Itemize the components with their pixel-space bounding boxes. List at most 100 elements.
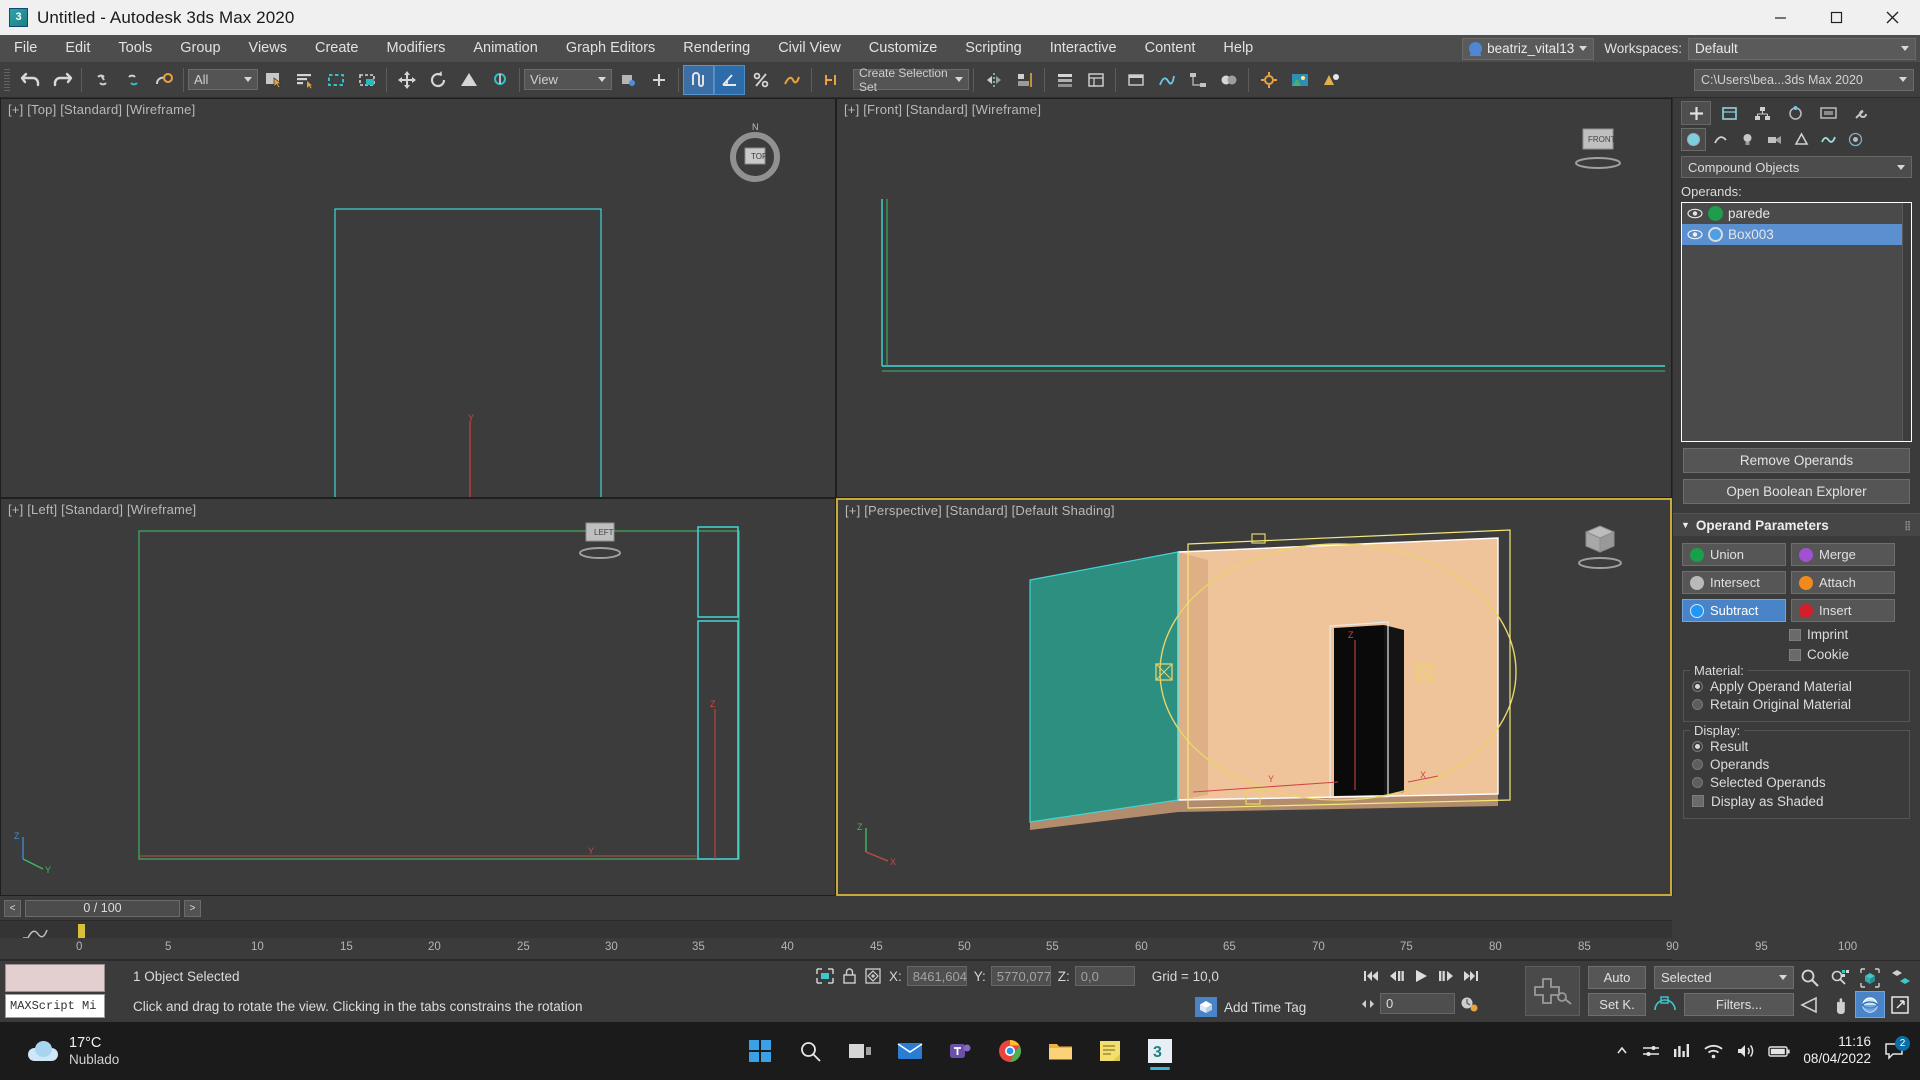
task-view-icon[interactable] (839, 1030, 881, 1072)
imprint-row[interactable]: Imprint (1789, 627, 1920, 642)
close-icon[interactable] (1864, 0, 1920, 35)
snaps-toggle-icon[interactable] (683, 64, 714, 95)
modify-tab-icon[interactable] (1714, 101, 1744, 125)
attach-button[interactable]: Attach (1791, 571, 1895, 594)
3dsmax-icon[interactable]: 3 (1139, 1030, 1181, 1072)
view-compass-icon[interactable]: TOP N (720, 119, 790, 189)
scene-explorer-icon[interactable] (1080, 65, 1111, 95)
intersect-button[interactable]: Intersect (1682, 571, 1786, 594)
pan-icon[interactable] (1825, 991, 1855, 1018)
mirror-icon[interactable] (978, 65, 1009, 95)
spinner-snap-toggle-icon[interactable] (776, 65, 807, 95)
helpers-icon[interactable] (1789, 128, 1814, 151)
bind-to-space-warp-icon[interactable] (148, 65, 179, 95)
add-time-tag[interactable]: Add Time Tag (1195, 997, 1306, 1017)
toggle-ribbon-icon[interactable] (1120, 65, 1151, 95)
file-explorer-icon[interactable] (1039, 1030, 1081, 1072)
zoom-icon[interactable] (1795, 964, 1825, 991)
display-selected-operands-radio[interactable] (1692, 776, 1703, 788)
minimize-icon[interactable] (1752, 0, 1808, 35)
menu-animation[interactable]: Animation (459, 35, 551, 62)
current-frame-input[interactable]: 0 (1380, 993, 1455, 1014)
battery-icon[interactable] (1768, 1045, 1791, 1058)
audio-mixer-icon[interactable] (1673, 1043, 1691, 1059)
time-configuration-icon[interactable] (1459, 995, 1479, 1013)
union-button[interactable]: Union (1682, 543, 1786, 566)
subtract-button[interactable]: Subtract (1682, 599, 1786, 622)
maxscript-mini-listener[interactable]: MAXScript Mi (5, 994, 105, 1018)
menu-customize[interactable]: Customize (855, 35, 952, 62)
coord-z-input[interactable]: 0,0 (1074, 966, 1135, 986)
set-key-button[interactable]: Set K. (1588, 993, 1646, 1016)
angle-snap-toggle-icon[interactable] (714, 64, 745, 95)
cookie-checkbox[interactable] (1789, 648, 1801, 661)
selection-filter-combo[interactable]: All (188, 69, 258, 90)
chrome-icon[interactable] (989, 1030, 1031, 1072)
viewport-perspective-label[interactable]: [+] [Perspective] [Standard] [Default Sh… (845, 503, 1115, 518)
systems-icon[interactable] (1843, 128, 1868, 151)
menu-views[interactable]: Views (235, 35, 301, 62)
named-selection-set-combo[interactable]: Create Selection Set (853, 66, 969, 94)
rendered-frame-window-icon[interactable] (1284, 65, 1315, 95)
menu-help[interactable]: Help (1209, 35, 1267, 62)
shapes-icon[interactable] (1708, 128, 1733, 151)
apply-operand-material-radio[interactable] (1692, 680, 1703, 692)
display-operands-radio[interactable] (1692, 758, 1703, 770)
menu-scripting[interactable]: Scripting (951, 35, 1035, 62)
curve-editor-icon[interactable] (1151, 65, 1182, 95)
workspace-select[interactable]: Default (1688, 37, 1916, 60)
zoom-extents-icon[interactable] (1855, 964, 1885, 991)
display-tab-icon[interactable] (1813, 101, 1843, 125)
edit-named-selection-icon[interactable] (816, 65, 847, 95)
view-cube-perspective-icon[interactable] (1564, 518, 1630, 576)
select-and-move-icon[interactable] (391, 65, 422, 95)
zoom-extents-all-icon[interactable] (1885, 964, 1915, 991)
coord-x[interactable]: X: 8461,604 (889, 966, 967, 986)
viewport-perspective-canvas[interactable]: Y X Z Z X (838, 500, 1670, 894)
viewport-top[interactable]: [+] [Top] [Standard] [Wireframe] Y Y X (0, 98, 836, 498)
rectangular-selection-region-icon[interactable] (320, 65, 351, 95)
menu-file[interactable]: File (0, 35, 51, 62)
sticky-notes-icon[interactable] (1089, 1030, 1131, 1072)
project-path-field[interactable]: C:\Users\bea...3ds Max 2020 (1694, 68, 1914, 91)
taskbar-clock[interactable]: 11:16 08/04/2022 (1803, 1034, 1871, 1068)
show-hidden-icons-icon[interactable] (1615, 1044, 1629, 1058)
select-object-icon[interactable] (258, 65, 289, 95)
frame-spinner-arrows-icon[interactable] (1360, 997, 1376, 1011)
menu-edit[interactable]: Edit (51, 35, 104, 62)
toolbar-grip[interactable] (4, 68, 10, 91)
cameras-icon[interactable] (1762, 128, 1787, 151)
rollup-grip[interactable]: ⣿ (1904, 520, 1912, 531)
geometry-icon[interactable] (1681, 128, 1706, 151)
insert-button[interactable]: Insert (1791, 599, 1895, 622)
open-boolean-explorer-button[interactable]: Open Boolean Explorer (1683, 479, 1910, 504)
maxscript-listener-pane[interactable] (5, 964, 105, 992)
cookie-row[interactable]: Cookie (1789, 647, 1920, 662)
window-crossing-icon[interactable] (351, 65, 382, 95)
display-as-shaded-row[interactable]: Display as Shaded (1692, 793, 1901, 809)
menu-interactive[interactable]: Interactive (1036, 35, 1131, 62)
filters-button[interactable]: Filters... (1684, 993, 1794, 1016)
lights-icon[interactable] (1735, 128, 1760, 151)
menu-tools[interactable]: Tools (104, 35, 166, 62)
wifi-icon[interactable] (1704, 1044, 1724, 1059)
auto-key-button[interactable]: Auto (1588, 966, 1646, 989)
previous-frame-icon[interactable] (1385, 965, 1407, 987)
volume-icon[interactable] (1736, 1043, 1755, 1059)
key-filter-dropdown[interactable]: Selected (1654, 966, 1794, 989)
viewport-left-canvas[interactable]: Z Y Z Y (1, 499, 836, 896)
operand-row-parede[interactable]: parede (1682, 203, 1911, 224)
use-center-flyout-icon[interactable] (612, 65, 643, 95)
align-icon[interactable] (1009, 65, 1040, 95)
select-and-manipulate-icon[interactable] (643, 65, 674, 95)
create-tab-icon[interactable] (1681, 101, 1711, 125)
select-by-name-icon[interactable] (289, 65, 320, 95)
redo-icon[interactable] (46, 65, 77, 95)
display-result-row[interactable]: Result (1692, 738, 1901, 754)
frame-ruler[interactable]: 0 5 10 15 20 25 30 35 40 45 50 55 60 65 … (0, 938, 1857, 960)
key-tangent-icon[interactable] (1652, 994, 1678, 1014)
schematic-view-icon[interactable] (1182, 65, 1213, 95)
retain-original-material-radio[interactable] (1692, 698, 1703, 710)
operands-scrollbar[interactable] (1902, 203, 1911, 441)
go-to-start-icon[interactable] (1360, 965, 1382, 987)
